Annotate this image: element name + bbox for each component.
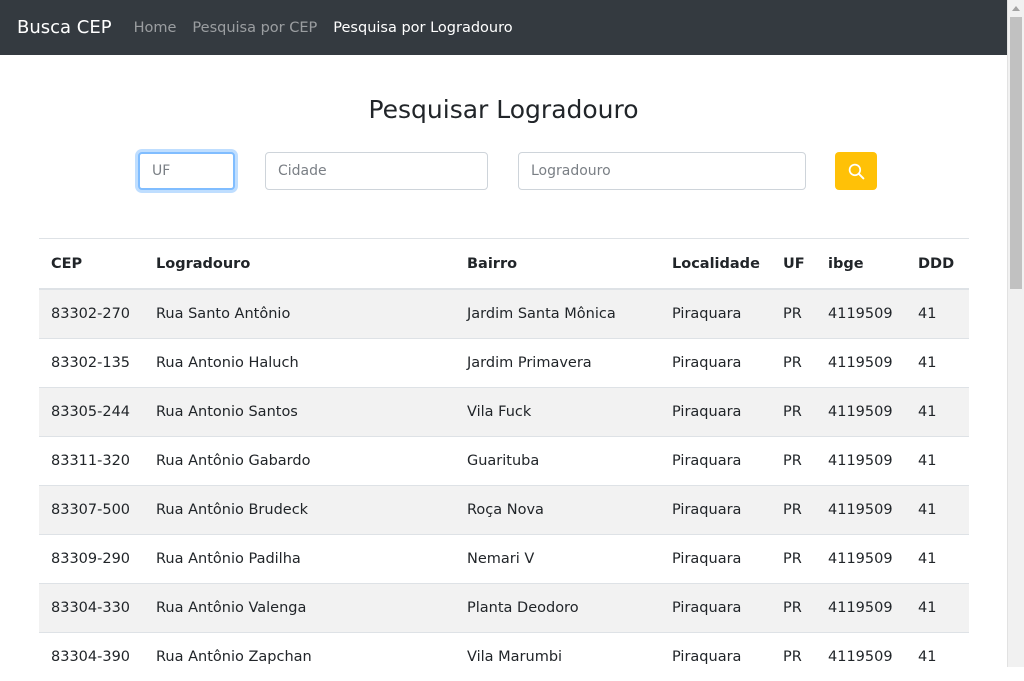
page-title: Pesquisar Logradouro xyxy=(0,95,1007,124)
cell-uf: PR xyxy=(771,289,816,339)
cell-cep: 83305-244 xyxy=(39,388,144,437)
table-row: 83304-390 Rua Antônio Zapchan Vila Marum… xyxy=(39,633,969,681)
search-icon xyxy=(848,163,865,180)
cell-ibge: 4119509 xyxy=(816,388,906,437)
cell-bairro: Planta Deodoro xyxy=(455,584,660,633)
table-row: 83304-330 Rua Antônio Valenga Planta Deo… xyxy=(39,584,969,633)
cell-localidade: Piraquara xyxy=(660,584,771,633)
cell-logradouro: Rua Antonio Haluch xyxy=(144,339,455,388)
vertical-scrollbar[interactable] xyxy=(1007,0,1024,667)
header-uf: UF xyxy=(771,239,816,290)
cell-ddd: 41 xyxy=(906,486,969,535)
cell-logradouro: Rua Antonio Santos xyxy=(144,388,455,437)
nav-link-home[interactable]: Home xyxy=(134,20,185,36)
cell-cep: 83311-320 xyxy=(39,437,144,486)
cell-ibge: 4119509 xyxy=(816,437,906,486)
cell-cep: 83304-390 xyxy=(39,633,144,681)
cell-uf: PR xyxy=(771,388,816,437)
cell-ibge: 4119509 xyxy=(816,339,906,388)
cell-ibge: 4119509 xyxy=(816,486,906,535)
cell-ibge: 4119509 xyxy=(816,289,906,339)
cell-cep: 83309-290 xyxy=(39,535,144,584)
cell-uf: PR xyxy=(771,535,816,584)
table-row: 83305-244 Rua Antonio Santos Vila Fuck P… xyxy=(39,388,969,437)
scroll-thumb[interactable] xyxy=(1010,17,1022,289)
cell-localidade: Piraquara xyxy=(660,535,771,584)
cell-localidade: Piraquara xyxy=(660,437,771,486)
cell-localidade: Piraquara xyxy=(660,289,771,339)
cell-ibge: 4119509 xyxy=(816,633,906,681)
cell-ddd: 41 xyxy=(906,289,969,339)
logradouro-input[interactable] xyxy=(518,152,806,190)
cidade-input[interactable] xyxy=(265,152,488,190)
cell-ddd: 41 xyxy=(906,633,969,681)
cell-logradouro: Rua Antônio Gabardo xyxy=(144,437,455,486)
nav-link-pesquisa-logradouro[interactable]: Pesquisa por Logradouro xyxy=(333,20,520,36)
cell-cep: 83304-330 xyxy=(39,584,144,633)
table-row: 83309-290 Rua Antônio Padilha Nemari V P… xyxy=(39,535,969,584)
cell-logradouro: Rua Antônio Padilha xyxy=(144,535,455,584)
header-ibge: ibge xyxy=(816,239,906,290)
cell-ibge: 4119509 xyxy=(816,535,906,584)
results-table: CEP Logradouro Bairro Localidade UF ibge… xyxy=(39,238,969,681)
cell-bairro: Guarituba xyxy=(455,437,660,486)
cell-ddd: 41 xyxy=(906,584,969,633)
nav-link-pesquisa-cep[interactable]: Pesquisa por CEP xyxy=(192,20,325,36)
table-row: 83302-135 Rua Antonio Haluch Jardim Prim… xyxy=(39,339,969,388)
search-button[interactable] xyxy=(835,152,877,190)
cell-localidade: Piraquara xyxy=(660,388,771,437)
cell-ddd: 41 xyxy=(906,388,969,437)
header-logradouro: Logradouro xyxy=(144,239,455,290)
cell-logradouro: Rua Antônio Brudeck xyxy=(144,486,455,535)
cell-ddd: 41 xyxy=(906,437,969,486)
header-cep: CEP xyxy=(39,239,144,290)
cell-cep: 83307-500 xyxy=(39,486,144,535)
cell-uf: PR xyxy=(771,633,816,681)
cell-cep: 83302-135 xyxy=(39,339,144,388)
cell-logradouro: Rua Antônio Zapchan xyxy=(144,633,455,681)
cell-bairro: Nemari V xyxy=(455,535,660,584)
cell-localidade: Piraquara xyxy=(660,339,771,388)
table-row: 83302-270 Rua Santo Antônio Jardim Santa… xyxy=(39,289,969,339)
cell-bairro: Roça Nova xyxy=(455,486,660,535)
results-table-container: CEP Logradouro Bairro Localidade UF ibge… xyxy=(39,238,969,681)
cell-localidade: Piraquara xyxy=(660,486,771,535)
cell-uf: PR xyxy=(771,486,816,535)
cell-bairro: Vila Marumbi xyxy=(455,633,660,681)
cell-ddd: 41 xyxy=(906,339,969,388)
cell-uf: PR xyxy=(771,584,816,633)
table-row: 83311-320 Rua Antônio Gabardo Guarituba … xyxy=(39,437,969,486)
header-localidade: Localidade xyxy=(660,239,771,290)
cell-uf: PR xyxy=(771,339,816,388)
cell-logradouro: Rua Antônio Valenga xyxy=(144,584,455,633)
cell-logradouro: Rua Santo Antônio xyxy=(144,289,455,339)
cell-bairro: Jardim Santa Mônica xyxy=(455,289,660,339)
scroll-up-arrow-icon[interactable] xyxy=(1008,0,1024,16)
cell-bairro: Jardim Primavera xyxy=(455,339,660,388)
cell-ibge: 4119509 xyxy=(816,584,906,633)
table-header-row: CEP Logradouro Bairro Localidade UF ibge… xyxy=(39,239,969,290)
cell-uf: PR xyxy=(771,437,816,486)
header-ddd: DDD xyxy=(906,239,969,290)
cell-localidade: Piraquara xyxy=(660,633,771,681)
cell-bairro: Vila Fuck xyxy=(455,388,660,437)
brand-link[interactable]: Busca CEP xyxy=(17,17,112,38)
uf-input[interactable] xyxy=(138,152,235,190)
header-bairro: Bairro xyxy=(455,239,660,290)
top-navbar: Busca CEP Home Pesquisa por CEP Pesquisa… xyxy=(0,0,1007,55)
cell-ddd: 41 xyxy=(906,535,969,584)
cell-cep: 83302-270 xyxy=(39,289,144,339)
table-row: 83307-500 Rua Antônio Brudeck Roça Nova … xyxy=(39,486,969,535)
